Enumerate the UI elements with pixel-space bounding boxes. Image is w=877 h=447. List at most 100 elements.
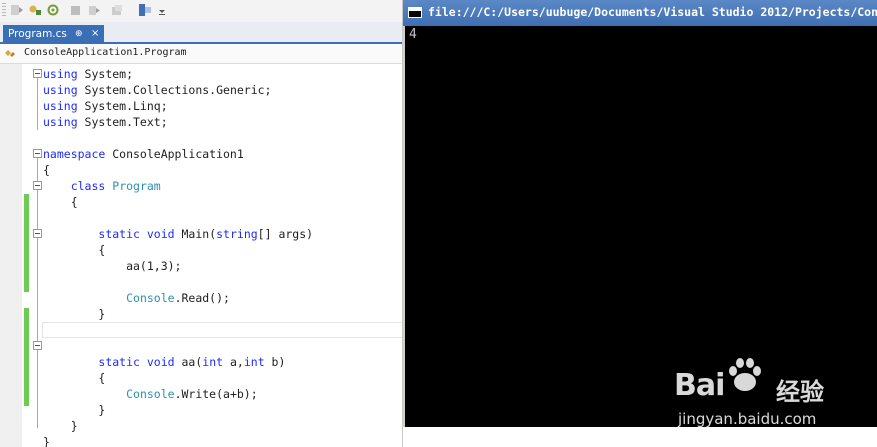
code-keyword: using: [43, 115, 78, 129]
code-editor-window: Program.cs ⊕ × ConsoleApplication1.Progr…: [0, 0, 403, 447]
code-type: Console: [126, 387, 175, 401]
code-line[interactable]: Console.Read();: [43, 290, 230, 306]
code-keyword: int: [202, 355, 224, 369]
watermark-cn-text: 经验: [776, 378, 824, 406]
code-keyword: string: [216, 227, 258, 241]
outline-line: [37, 78, 38, 130]
console-bottom-strip: [403, 427, 877, 447]
toolbar-grip[interactable]: [2, 3, 6, 17]
code-text: [] args): [257, 227, 314, 241]
code-text: .Write(a+b);: [174, 387, 258, 401]
code-line[interactable]: }: [43, 402, 105, 418]
code-text: System;: [77, 67, 134, 81]
debug-toolbar: [0, 0, 403, 22]
navigation-bar[interactable]: ConsoleApplication1.Program: [0, 44, 403, 64]
change-bar: [24, 308, 29, 406]
step-over-icon[interactable]: [10, 3, 24, 17]
code-type: Program: [112, 179, 161, 193]
code-keyword: namespace: [43, 147, 106, 161]
console-title: file:///C:/Users/uubuge/Documents/Visual…: [428, 5, 877, 19]
outline-line: [37, 158, 38, 428]
code-text: }: [43, 435, 50, 447]
collapse-icon[interactable]: [33, 69, 42, 78]
code-text: .Read();: [174, 291, 230, 305]
code-keyword: static: [98, 355, 140, 369]
code-keyword: class: [70, 179, 106, 193]
code-line[interactable]: using System.Linq;: [43, 98, 168, 114]
close-icon[interactable]: ×: [91, 25, 99, 43]
class-icon: [5, 50, 15, 57]
console-title-bar[interactable]: file:///C:/Users/uubuge/Documents/Visual…: [403, 0, 877, 26]
current-line-highlight: [42, 322, 403, 338]
baidu-watermark: Bai 经验 jingyan.baidu.com: [672, 350, 872, 430]
code-text: }: [43, 307, 106, 321]
code-keyword: static: [98, 227, 140, 241]
code-line[interactable]: }: [43, 434, 50, 447]
code-text: {: [43, 195, 78, 209]
paw-icon: [729, 358, 761, 391]
code-text: System.Collections.Generic;: [77, 83, 272, 97]
code-text: ConsoleApplication1: [105, 147, 244, 161]
code-keyword: void: [146, 227, 175, 241]
code-text: a,: [223, 355, 244, 369]
watermark-url: jingyan.baidu.com: [678, 410, 817, 428]
collapse-icon[interactable]: [33, 229, 42, 238]
code-line[interactable]: static void Main(string[] args): [43, 226, 313, 242]
collapse-icon[interactable]: [33, 341, 42, 350]
code-text: aa(1,3);: [43, 259, 182, 273]
change-bar: [24, 194, 29, 292]
code-text: }: [43, 403, 106, 417]
chevron-down-icon[interactable]: [158, 3, 166, 17]
code-text: {: [43, 371, 106, 385]
collapse-icon[interactable]: [33, 149, 42, 158]
code-line[interactable]: using System;: [43, 66, 133, 82]
code-line[interactable]: using System.Collections.Generic;: [43, 82, 272, 98]
code-keyword: int: [243, 355, 265, 369]
editor-gutter: [0, 64, 22, 447]
breakpoints-icon[interactable]: [138, 3, 152, 17]
code-text: b): [264, 355, 286, 369]
code-keyword: void: [146, 355, 175, 369]
code-text: {: [43, 163, 50, 177]
tools-icon[interactable]: [28, 3, 42, 17]
step-out-icon[interactable]: [110, 3, 124, 17]
code-text: System.Text;: [77, 115, 168, 129]
code-line[interactable]: {: [43, 242, 105, 258]
step-into-icon[interactable]: [88, 3, 102, 17]
code-line[interactable]: {: [43, 370, 105, 386]
pin-icon[interactable]: ⊕: [75, 25, 83, 43]
code-line[interactable]: static void aa(int a,int b): [43, 354, 285, 370]
code-line[interactable]: using System.Text;: [43, 114, 168, 130]
code-line[interactable]: class Program: [43, 178, 161, 194]
code-line[interactable]: Console.Write(a+b);: [43, 386, 258, 402]
code-keyword: using: [43, 67, 78, 81]
code-type: Console: [126, 291, 175, 305]
code-line[interactable]: aa(1,3);: [43, 258, 181, 274]
stop-icon[interactable]: [70, 3, 82, 17]
code-text: aa(: [174, 355, 203, 369]
gear-icon[interactable]: [46, 3, 60, 17]
code-editor[interactable]: using System; using System.Collections.Ge…: [0, 64, 403, 447]
code-keyword: using: [43, 99, 78, 113]
navbar-class-name: ConsoleApplication1.Program: [24, 47, 187, 58]
code-line[interactable]: namespace ConsoleApplication1: [43, 146, 244, 162]
code-line[interactable]: {: [43, 162, 50, 178]
code-line[interactable]: }: [43, 306, 105, 322]
console-output: 4: [409, 27, 417, 42]
tab-label: Program.cs: [8, 28, 67, 40]
code-line[interactable]: {: [43, 194, 78, 210]
collapse-icon[interactable]: [33, 181, 42, 190]
code-text: Main(: [174, 227, 217, 241]
tab-program-cs[interactable]: Program.cs ⊕ ×: [3, 25, 104, 43]
code-line[interactable]: }: [43, 418, 78, 434]
code-text: System.Linq;: [77, 99, 168, 113]
code-keyword: using: [43, 83, 78, 97]
code-text: }: [43, 419, 78, 433]
code-text: {: [43, 243, 106, 257]
